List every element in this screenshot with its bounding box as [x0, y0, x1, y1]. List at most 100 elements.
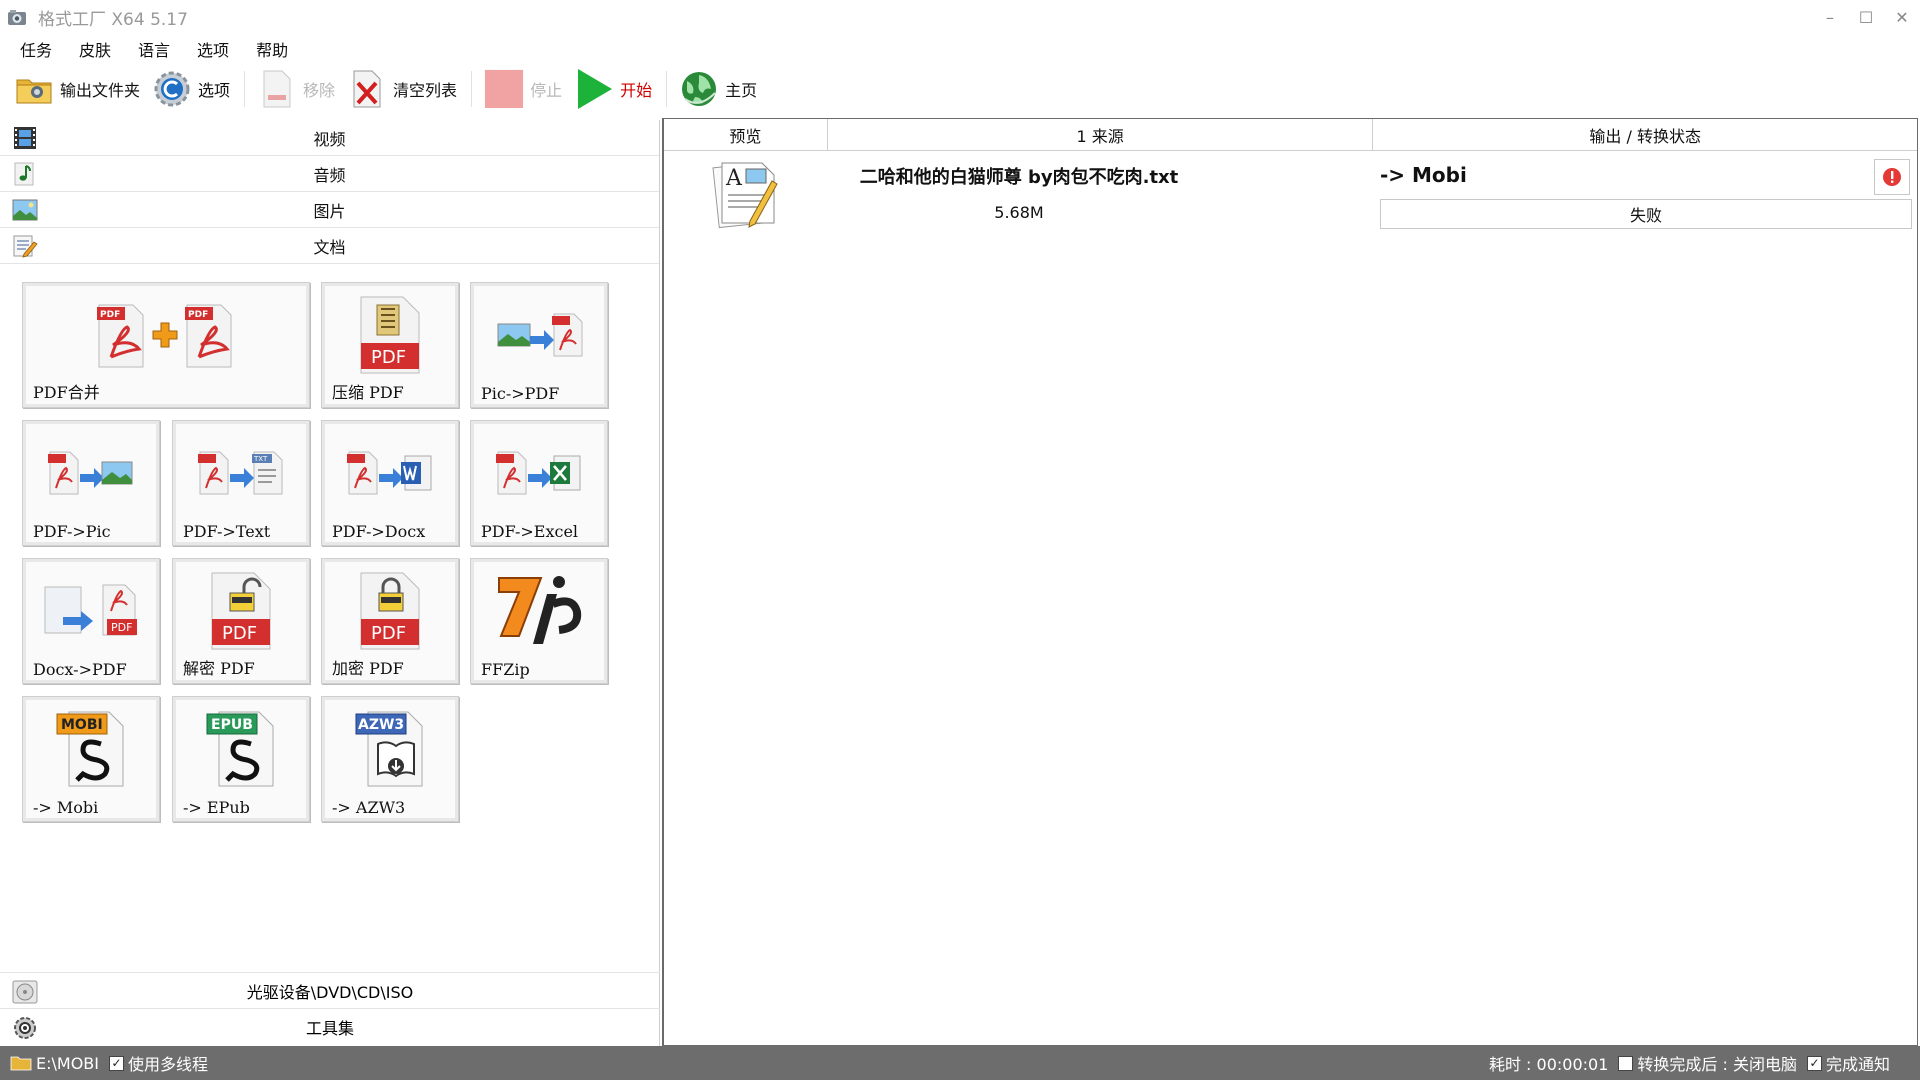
tile-decrypt-pdf-label: 解密 PDF — [183, 659, 255, 678]
clear-list-icon — [347, 69, 387, 109]
remove-button[interactable]: 移除 — [257, 67, 335, 111]
compress-pdf-icon: PDF — [322, 295, 458, 375]
tile-to-epub[interactable]: EPUB -> EPub — [172, 696, 310, 822]
notify-option[interactable]: ✓ 完成通知 — [1806, 1051, 1890, 1075]
tile-decrypt-pdf[interactable]: PDF 解密 PDF — [172, 558, 310, 684]
unlock-pdf-icon: PDF — [173, 571, 309, 651]
menu-options[interactable]: 选项 — [197, 37, 229, 61]
mobi-tag-text: MOBI — [61, 717, 103, 733]
multithread-option[interactable]: ✓ 使用多线程 — [108, 1051, 208, 1075]
source-file-name: 二哈和他的白猫师尊 by肉包不吃肉.txt — [859, 167, 1179, 188]
docx-to-pdf-icon: PDF — [23, 571, 159, 651]
text-file-preview-icon: A — [712, 162, 778, 229]
tile-pic-to-pdf-label: Pic->PDF — [481, 384, 560, 403]
toolbar-separator — [471, 71, 473, 107]
category-optical-drive[interactable]: 光驱设备\DVD\CD\ISO — [0, 972, 660, 1008]
category-optical-label: 光驱设备\DVD\CD\ISO — [246, 982, 414, 1002]
minimize-button[interactable]: – — [1812, 0, 1848, 35]
azw3-tag-text: AZW3 — [358, 717, 404, 733]
tile-ffzip[interactable]: FFZip — [470, 558, 608, 684]
tile-pic-to-pdf[interactable]: Pic->PDF — [470, 282, 608, 408]
tile-docx-to-pdf[interactable]: PDF Docx->PDF — [22, 558, 160, 684]
menu-task[interactable]: 任务 — [20, 37, 52, 61]
output-folder-button[interactable]: 输出文件夹 — [14, 67, 140, 111]
stop-button[interactable]: 停止 — [484, 67, 562, 111]
pdf-to-pic-icon — [23, 433, 159, 513]
tile-to-azw3-label: -> AZW3 — [332, 798, 406, 817]
clear-list-button[interactable]: 清空列表 — [347, 67, 457, 111]
tile-to-azw3[interactable]: AZW3 -> AZW3 — [321, 696, 459, 822]
pdf-to-text-icon: TXT — [173, 433, 309, 513]
column-source[interactable]: 1 来源 — [828, 119, 1374, 151]
azw3-book-icon: AZW3 — [322, 709, 458, 789]
error-icon — [1883, 168, 1901, 186]
category-document[interactable]: 文档 — [0, 228, 659, 264]
stop-label: 停止 — [530, 81, 563, 100]
tile-pdf-merge-label: PDF合并 — [33, 383, 100, 402]
output-format: -> Mobi — [1380, 163, 1467, 187]
multithread-checkbox[interactable]: ✓ — [108, 1055, 124, 1071]
error-info-button[interactable] — [1874, 159, 1910, 195]
menu-language[interactable]: 语言 — [138, 37, 170, 61]
after-complete-option[interactable]: 转换完成后 : 关闭电脑 — [1618, 1051, 1797, 1075]
stop-icon — [484, 69, 524, 109]
gear-icon — [152, 69, 192, 109]
mobi-book-icon: MOBI — [23, 709, 159, 789]
pdf-tag-text: PDF — [111, 621, 132, 634]
tile-encrypt-pdf-label: 加密 PDF — [332, 659, 404, 678]
tile-pdf-to-excel[interactable]: PDF->Excel — [470, 420, 608, 546]
category-video[interactable]: 视频 — [0, 120, 659, 156]
pdf-to-docx-icon — [322, 433, 458, 513]
play-icon — [574, 69, 614, 109]
output-path[interactable]: E:\MOBI — [36, 1054, 99, 1073]
category-audio[interactable]: 音频 — [0, 156, 659, 192]
start-label: 开始 — [620, 81, 653, 100]
tile-encrypt-pdf[interactable]: PDF 加密 PDF — [321, 558, 459, 684]
options-label: 选项 — [198, 81, 231, 100]
tile-pdf-to-text[interactable]: TXT PDF->Text — [172, 420, 310, 546]
remove-document-icon — [257, 69, 297, 109]
task-row[interactable]: A 二哈和他的白猫师尊 by肉包不吃肉.txt 5.68M -> Mobi 失败 — [664, 153, 1917, 233]
folder-icon — [14, 69, 54, 109]
category-image-label: 图片 — [313, 201, 346, 221]
window-controls: – ☐ ✕ — [1812, 0, 1920, 35]
column-preview[interactable]: 预览 — [664, 119, 828, 151]
start-button[interactable]: 开始 — [574, 67, 652, 111]
category-image[interactable]: 图片 — [0, 192, 659, 228]
pdf-tag-text: PDF — [100, 310, 120, 320]
document-tool-grid: PDF PDF PDF合并 PDF 压缩 PDF Pic->PDF PDF->P… — [22, 282, 642, 842]
clear-list-label: 清空列表 — [393, 81, 458, 100]
tile-ffzip-label: FFZip — [481, 660, 530, 679]
tile-compress-pdf-label: 压缩 PDF — [332, 383, 404, 402]
output-folder-icon[interactable] — [10, 1055, 32, 1071]
tile-pdf-merge[interactable]: PDF PDF PDF合并 — [22, 282, 310, 408]
column-output-status[interactable]: 输出 / 转换状态 — [1373, 119, 1917, 151]
after-complete-checkbox[interactable] — [1618, 1055, 1634, 1071]
tile-compress-pdf[interactable]: PDF 压缩 PDF — [321, 282, 459, 408]
task-list-header: 预览 1 来源 输出 / 转换状态 — [664, 119, 1917, 151]
toolbar-separator — [666, 71, 668, 107]
category-tools[interactable]: 工具集 — [0, 1008, 660, 1044]
tools-gear-icon — [14, 1017, 36, 1039]
home-button[interactable]: 主页 — [679, 67, 757, 111]
maximize-button[interactable]: ☐ — [1848, 0, 1884, 35]
menu-help[interactable]: 帮助 — [256, 37, 288, 61]
left-panel: 视频 音频 图片 文档 PDF PDF PDF合并 PDF 压缩 PDF Pic… — [0, 120, 660, 1046]
pdf-merge-icon: PDF PDF — [23, 295, 309, 375]
tile-to-mobi[interactable]: MOBI -> Mobi — [22, 696, 160, 822]
notify-checkbox[interactable]: ✓ — [1806, 1055, 1822, 1071]
home-label: 主页 — [725, 81, 758, 100]
menu-skin[interactable]: 皮肤 — [79, 37, 111, 61]
options-button[interactable]: 选项 — [152, 67, 230, 111]
close-button[interactable]: ✕ — [1884, 0, 1920, 35]
tile-pdf-to-docx[interactable]: PDF->Docx — [321, 420, 459, 546]
tile-pdf-to-pic[interactable]: PDF->Pic — [22, 420, 160, 546]
task-list-panel: 预览 1 来源 输出 / 转换状态 A 二哈和他的白猫师尊 by肉包不吃肉.tx… — [662, 118, 1918, 1046]
pic-to-pdf-icon — [471, 295, 607, 375]
epub-tag-text: EPUB — [211, 717, 253, 733]
title-bar: 格式工厂 X64 5.17 – ☐ ✕ — [0, 0, 1920, 35]
source-file-size: 5.68M — [994, 203, 1044, 222]
tile-to-epub-label: -> EPub — [183, 798, 250, 817]
pdf-tag-text: PDF — [222, 623, 257, 644]
toolbar-separator — [244, 71, 246, 107]
